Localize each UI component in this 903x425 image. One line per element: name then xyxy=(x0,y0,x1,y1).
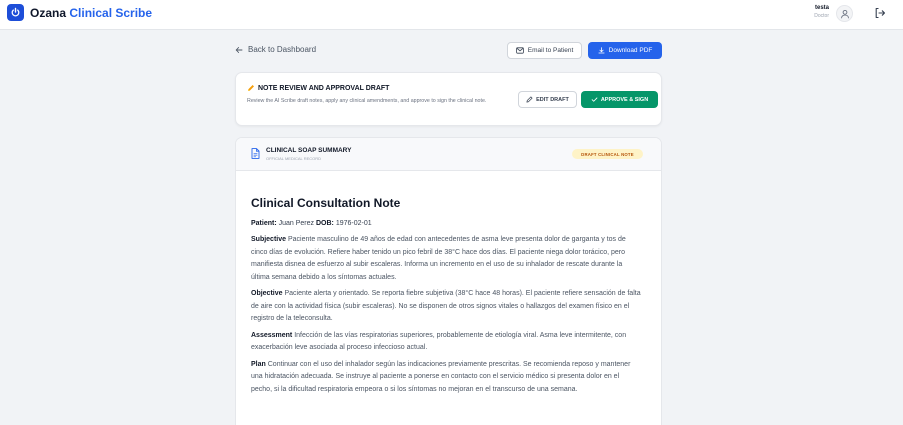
edit-icon xyxy=(526,96,533,103)
pdf-label: Download PDF xyxy=(608,47,653,54)
top-bar: Ozana Clinical Scribe testa Doctor xyxy=(0,0,903,30)
soap-summary-title: CLINICAL SOAP SUMMARY xyxy=(266,147,352,154)
patient-name: Juan Perez xyxy=(278,220,315,227)
soap-summary-subtitle: OFFICIAL MEDICAL RECORD xyxy=(266,156,322,161)
objective-section: Objective Paciente alerta y orientado. S… xyxy=(251,288,641,326)
pencil-icon xyxy=(248,85,254,91)
plan-label: Plan xyxy=(251,360,266,368)
review-card: NOTE REVIEW AND APPROVAL DRAFT Review th… xyxy=(235,72,662,126)
subjective-section: Subjective Paciente masculino de 49 años… xyxy=(251,234,641,284)
logout-icon[interactable] xyxy=(874,7,886,19)
app-brand: Ozana Clinical Scribe xyxy=(30,6,152,20)
draft-status-badge: DRAFT CLINICAL NOTE xyxy=(572,149,643,159)
subjective-text: Paciente masculino de 49 años de edad co… xyxy=(251,236,626,281)
brand-main: Ozana xyxy=(30,6,67,20)
note-body: Clinical Consultation Note Patient: Juan… xyxy=(251,196,641,400)
objective-label: Objective xyxy=(251,290,283,297)
back-to-dashboard-link[interactable]: Back to Dashboard xyxy=(235,45,316,54)
assessment-section: Assessment Infección de las vías respira… xyxy=(251,330,641,355)
soap-summary-header: CLINICAL SOAP SUMMARY OFFICIAL MEDICAL R… xyxy=(236,138,661,171)
user-icon xyxy=(841,9,849,19)
edit-draft-button[interactable]: EDIT DRAFT xyxy=(518,91,577,108)
mail-icon xyxy=(515,47,524,54)
soap-summary-card: CLINICAL SOAP SUMMARY OFFICIAL MEDICAL R… xyxy=(235,137,662,425)
review-title-text: NOTE REVIEW AND APPROVAL DRAFT xyxy=(258,84,390,92)
assessment-label: Assessment xyxy=(251,331,293,339)
approve-sign-button[interactable]: APPROVE & SIGN xyxy=(581,91,658,108)
brand-accent: Clinical Scribe xyxy=(69,6,153,20)
note-title: Clinical Consultation Note xyxy=(251,196,401,210)
patient-info: Patient: Juan Perez DOB: 1976-02-01 xyxy=(251,220,641,227)
document-icon xyxy=(251,148,260,159)
plan-section: Plan Continuar con el uso del inhalador … xyxy=(251,359,641,397)
review-title: NOTE REVIEW AND APPROVAL DRAFT xyxy=(247,84,389,92)
edit-draft-label: EDIT DRAFT xyxy=(536,96,569,103)
avatar[interactable] xyxy=(836,5,853,22)
download-icon xyxy=(598,47,605,54)
arrow-left-icon xyxy=(235,46,243,53)
assessment-text: Infección de las vías respiratorias supe… xyxy=(251,331,627,352)
back-label: Back to Dashboard xyxy=(248,45,317,54)
user-name: testa xyxy=(814,5,829,11)
approve-label: APPROVE & SIGN xyxy=(600,96,649,103)
email-to-patient-button[interactable]: Email to Patient xyxy=(507,42,582,59)
check-icon xyxy=(591,97,598,102)
power-icon[interactable] xyxy=(7,4,24,21)
download-pdf-button[interactable]: Download PDF xyxy=(588,42,662,59)
subjective-label: Subjective xyxy=(251,236,287,243)
review-description: Review the AI Scribe draft notes, apply … xyxy=(247,98,487,104)
dob-label: DOB: xyxy=(316,220,334,227)
plan-text: Continuar con el uso del inhalador según… xyxy=(251,360,631,393)
email-label: Email to Patient xyxy=(527,47,574,54)
patient-label: Patient: xyxy=(251,220,277,227)
user-role: Doctor xyxy=(814,13,829,19)
objective-text: Paciente alerta y orientado. Se reporta … xyxy=(251,290,641,322)
dob-value: 1976-02-01 xyxy=(335,220,372,227)
